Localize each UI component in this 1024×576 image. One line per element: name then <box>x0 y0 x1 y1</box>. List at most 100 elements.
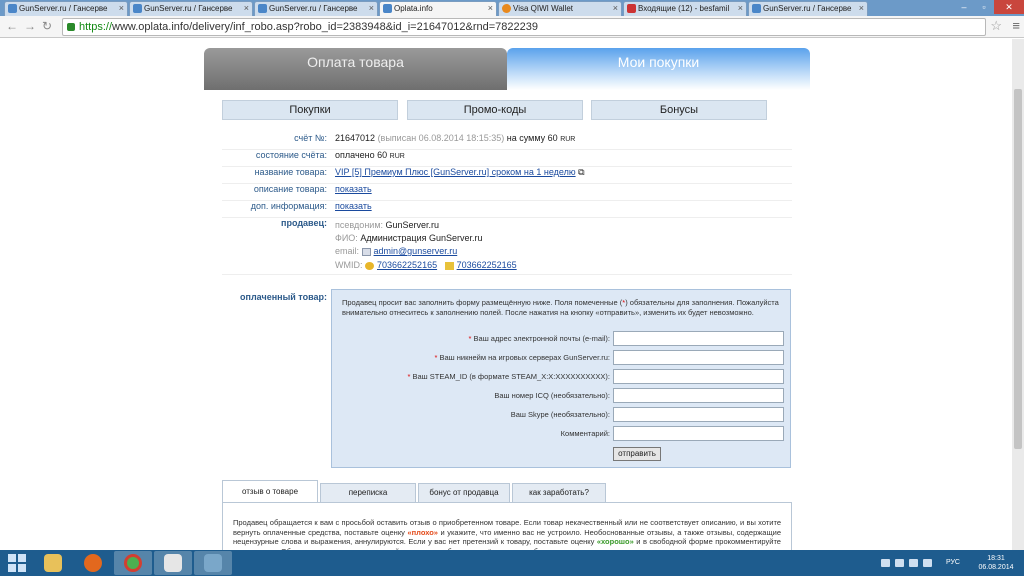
clock[interactable]: 18:31 06.08.2014 <box>974 554 1018 572</box>
browser-tab[interactable]: GunServer.ru / Гансерве × <box>748 1 868 16</box>
close-tab-icon[interactable]: × <box>119 2 124 15</box>
skype-field[interactable] <box>613 407 784 422</box>
form-row: * Ваш STEAM_ID (в формате STEAM_X:X:XXXX… <box>342 369 784 384</box>
submit-button[interactable]: отправить <box>613 447 661 461</box>
paid-item-label: оплаченный товар: <box>240 292 327 302</box>
qiwi-favicon <box>502 4 511 13</box>
invoice-currency: RUR <box>560 136 576 143</box>
field-label: Ваш номер ICQ (необязательно): <box>494 391 610 400</box>
tab-correspondence[interactable]: переписка <box>320 483 416 502</box>
browser-tab[interactable]: GunServer.ru / Гансерве × <box>254 1 378 16</box>
reload-icon[interactable]: ↻ <box>42 19 52 33</box>
invoice-value: 21647012 (выписан 06.08.2014 18:15:35) н… <box>335 133 575 143</box>
webmoney-passport-icon <box>365 261 375 270</box>
browser-tab[interactable]: Входящие (12) - besfamil × <box>623 1 747 16</box>
tab-seller-bonus[interactable]: бонус от продавца <box>418 483 510 502</box>
close-tab-icon[interactable]: × <box>859 2 864 15</box>
forward-icon[interactable]: → <box>24 19 36 33</box>
battery-icon[interactable] <box>923 559 932 567</box>
volume-icon[interactable] <box>895 559 904 567</box>
invoice-number: 21647012 <box>335 133 376 143</box>
gunserver-favicon <box>752 4 761 13</box>
email-field[interactable] <box>613 331 784 346</box>
close-tab-icon[interactable]: × <box>613 2 618 15</box>
wallet-icon <box>444 261 454 270</box>
review-panel: Продавец обращается к вам с просьбой ост… <box>222 502 792 550</box>
lock-icon <box>67 23 75 31</box>
field-label: Ваш Skype (необязательно): <box>510 410 610 419</box>
gunserver-favicon <box>258 4 267 13</box>
external-link-icon[interactable]: ⧉ <box>578 167 584 177</box>
nickname-field[interactable] <box>613 350 784 365</box>
form-row: Комментарий: <box>342 426 784 441</box>
extra-info-label: доп. информация: <box>250 201 327 211</box>
description-label: описание товара: <box>253 184 327 194</box>
tab-how-to-earn[interactable]: как заработать? <box>512 483 606 502</box>
windows-taskbar: РУС 18:31 06.08.2014 <box>0 550 1024 576</box>
gunserver-favicon <box>8 4 17 13</box>
wmid-link-1[interactable]: 703662252165 <box>377 260 437 270</box>
steam-id-field[interactable] <box>613 369 784 384</box>
form-intro: Продавец просит вас заполнить форму разм… <box>342 298 779 317</box>
icq-field[interactable] <box>613 388 784 403</box>
show-extra-info-link[interactable]: показать <box>335 201 372 211</box>
field-label: * Ваш адрес электронной почты (e-mail): <box>468 334 610 343</box>
invoice-label: счёт №: <box>294 133 327 143</box>
taskbar-firefox[interactable] <box>74 551 112 575</box>
tab-payment[interactable]: Оплата товара <box>204 48 507 90</box>
invoice-sum-prefix: на сумму <box>506 133 546 143</box>
bonuses-button[interactable]: Бонусы <box>591 100 767 120</box>
promo-codes-button[interactable]: Промо-коды <box>407 100 583 120</box>
close-tab-icon[interactable]: × <box>369 2 374 15</box>
status-label: состояние счёта: <box>255 150 327 160</box>
taskbar-sketch-app[interactable] <box>194 551 232 575</box>
explorer-icon <box>44 554 62 572</box>
close-tab-icon[interactable]: × <box>738 2 743 15</box>
comment-field[interactable] <box>613 426 784 441</box>
main-tabs: Оплата товара Мои покупки <box>204 48 810 90</box>
close-tab-icon[interactable]: × <box>488 2 493 15</box>
language-indicator[interactable]: РУС <box>946 559 960 566</box>
field-label: * Ваш STEAM_ID (в формате STEAM_X:X:XXXX… <box>407 372 610 381</box>
seller-wmid: WMID: 703662252165 703662252165 <box>335 260 517 270</box>
close-window-icon[interactable]: ✕ <box>994 0 1024 14</box>
close-tab-icon[interactable]: × <box>244 2 249 15</box>
address-bar[interactable]: https://www.oplata.info/delivery/inf_rob… <box>62 18 986 36</box>
maximize-icon[interactable]: ▫ <box>974 0 994 14</box>
purchases-button[interactable]: Покупки <box>222 100 398 120</box>
taskbar-counter-strike[interactable] <box>154 551 192 575</box>
product-link[interactable]: VIP [5] Премиум Плюс [GunServer.ru] срок… <box>335 167 576 177</box>
flag-icon[interactable] <box>909 559 918 567</box>
invoice-amount: 60 <box>547 133 558 143</box>
tab-my-purchases[interactable]: Мои покупки <box>507 48 810 90</box>
browser-tab[interactable]: GunServer.ru / Гансерве × <box>4 1 128 16</box>
purchase-form: Продавец просит вас заполнить форму разм… <box>331 289 791 468</box>
back-icon[interactable]: ← <box>6 19 18 33</box>
tab-review[interactable]: отзыв о товаре <box>222 480 318 503</box>
bookmark-star-icon[interactable]: ☆ <box>990 18 1002 34</box>
start-button[interactable] <box>8 554 26 572</box>
taskbar-explorer[interactable] <box>34 551 72 575</box>
oplata-favicon <box>383 4 392 13</box>
menu-icon[interactable]: ≡ <box>1012 18 1020 33</box>
seller-fio: ФИО: Администрация GunServer.ru <box>335 233 483 243</box>
network-icon[interactable] <box>881 559 890 567</box>
seller-alias: псевдоним: GunServer.ru <box>335 220 440 230</box>
taskbar-chrome[interactable] <box>114 551 152 575</box>
wmid-link-2[interactable]: 703662252165 <box>457 260 517 270</box>
product-label: название товара: <box>254 167 327 177</box>
show-description-link[interactable]: показать <box>335 184 372 194</box>
browser-tab[interactable]: GunServer.ru / Гансерве × <box>129 1 253 16</box>
field-label: * Ваш никнейм на игровых серверах GunSer… <box>434 353 610 362</box>
form-row: * Ваш адрес электронной почты (e-mail): <box>342 331 784 346</box>
minimize-icon[interactable]: – <box>954 0 974 14</box>
scrollbar[interactable] <box>1012 39 1024 550</box>
scrollbar-thumb[interactable] <box>1014 89 1022 449</box>
review-text: Продавец обращается к вам с просьбой ост… <box>233 518 781 550</box>
browser-tab[interactable]: Visa QIWI Wallet × <box>498 1 622 16</box>
gunserver-favicon <box>133 4 142 13</box>
page-viewport: Оплата товара Мои покупки Покупки Промо-… <box>0 39 1024 550</box>
seller-email-link[interactable]: admin@gunserver.ru <box>374 246 458 256</box>
browser-tab-active[interactable]: Oplata.info × <box>379 1 497 16</box>
form-row: Ваш Skype (необязательно): <box>342 407 784 422</box>
